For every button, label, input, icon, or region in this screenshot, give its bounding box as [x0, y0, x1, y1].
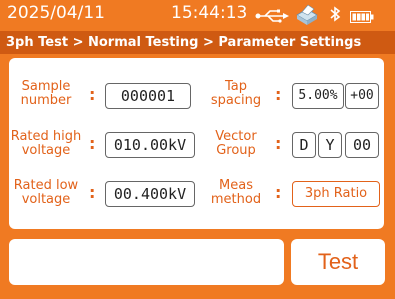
battery-icon [350, 8, 374, 27]
vector-clock-field[interactable]: 00 [345, 132, 379, 158]
breadcrumb: 3ph Test > Normal Testing > Parameter Se… [0, 31, 395, 54]
colon: : [275, 85, 282, 104]
status-bar: 2025/04/11 15:44:13 [0, 0, 395, 28]
rated-low-voltage-field[interactable]: 00.400kV [105, 181, 195, 207]
time-text: 15:44:13 [171, 3, 248, 23]
rated-low-voltage-label: Rated low voltage [13, 178, 79, 207]
printer-icon [294, 3, 320, 29]
rated-high-voltage-field[interactable]: 010.00kV [105, 132, 195, 158]
vector-hv-field[interactable]: D [292, 132, 316, 158]
meas-method-label: Meas method [210, 178, 262, 207]
sample-number-field[interactable]: 000001 [105, 83, 191, 109]
tap-spacing-label: Tap spacing [210, 79, 262, 108]
vector-lv-field[interactable]: Y [318, 132, 342, 158]
rated-high-voltage-label: Rated high voltage [10, 129, 82, 158]
test-button[interactable]: Test [291, 239, 385, 285]
colon: : [89, 183, 96, 202]
date-text: 2025/04/11 [7, 3, 105, 23]
colon: : [89, 134, 96, 153]
tap-spacing-field[interactable]: 5.00% [292, 83, 344, 109]
colon: : [275, 183, 282, 202]
vector-group-label: Vector Group [215, 129, 257, 158]
parameter-panel: Sample number : 000001 Rated high voltag… [9, 58, 384, 229]
colon: : [89, 85, 96, 104]
sample-number-label: Sample number [20, 79, 72, 108]
meas-method-field[interactable]: 3ph Ratio [292, 181, 380, 207]
bluetooth-icon [329, 5, 341, 27]
message-box [9, 239, 284, 285]
tap-offset-field[interactable]: +00 [345, 83, 379, 109]
usb-icon [255, 8, 289, 27]
colon: : [275, 134, 282, 153]
